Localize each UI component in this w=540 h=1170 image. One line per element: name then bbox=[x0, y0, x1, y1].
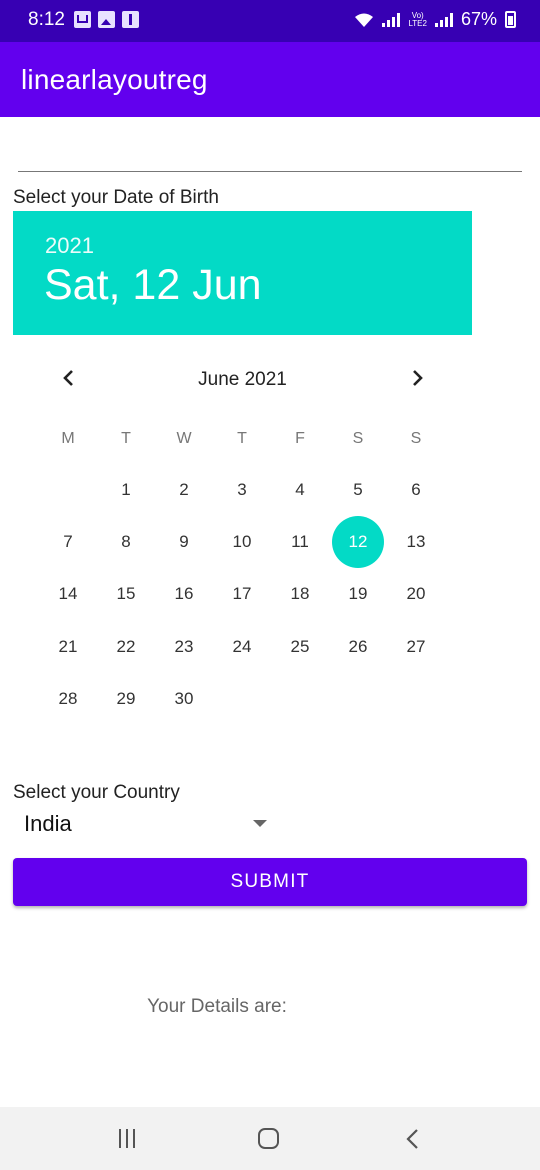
calendar-day[interactable]: 15 bbox=[100, 568, 152, 620]
app-title: linearlayoutreg bbox=[21, 64, 208, 95]
calendar-day-selected[interactable]: 12 bbox=[332, 516, 384, 568]
calendar-day[interactable]: 29 bbox=[100, 673, 152, 725]
weekday-label: T bbox=[237, 430, 247, 447]
calendar-day[interactable]: 3 bbox=[216, 464, 268, 516]
name-input[interactable] bbox=[18, 120, 522, 172]
weekday-label: S bbox=[352, 430, 364, 447]
dropdown-arrow-icon bbox=[253, 820, 267, 827]
weekday-label: M bbox=[61, 430, 75, 447]
calendar-day[interactable]: 28 bbox=[42, 673, 94, 725]
calendar-day[interactable]: 14 bbox=[42, 568, 94, 620]
weekday-label: S bbox=[410, 430, 422, 447]
signal-icon-2 bbox=[434, 12, 453, 27]
country-label: Select your Country bbox=[13, 782, 180, 803]
weekday-label: W bbox=[176, 430, 192, 447]
calendar-day[interactable]: 26 bbox=[332, 621, 384, 673]
status-bar: 8:12 Vo) LTE2 67% bbox=[0, 0, 540, 42]
wifi-icon bbox=[355, 13, 374, 27]
header-date[interactable]: Sat, 12 Jun bbox=[44, 261, 262, 310]
calendar-day[interactable]: 19 bbox=[332, 568, 384, 620]
gmail-icon bbox=[74, 11, 91, 28]
status-notification-icons bbox=[74, 11, 139, 28]
calendar-day[interactable]: 6 bbox=[390, 464, 442, 516]
gallery-icon bbox=[98, 11, 115, 28]
weekday-label: F bbox=[295, 430, 305, 447]
calendar-day[interactable]: 5 bbox=[332, 464, 384, 516]
calendar-day[interactable]: 13 bbox=[390, 516, 442, 568]
calendar-day[interactable]: 8 bbox=[100, 516, 152, 568]
calendar-day[interactable]: 17 bbox=[216, 568, 268, 620]
back-icon[interactable] bbox=[402, 1127, 426, 1151]
battery-icon bbox=[505, 11, 516, 28]
header-year[interactable]: 2021 bbox=[45, 233, 94, 259]
home-icon[interactable] bbox=[258, 1128, 279, 1149]
chevron-right-icon bbox=[413, 370, 423, 386]
status-system-icons: Vo) LTE2 67% bbox=[354, 9, 516, 30]
calendar-day[interactable]: 22 bbox=[100, 621, 152, 673]
details-label: Your Details are: bbox=[147, 996, 287, 1017]
month-navigation: June 2021 bbox=[13, 355, 472, 405]
submit-button[interactable]: SUBMIT bbox=[13, 858, 527, 906]
calendar-day[interactable]: 21 bbox=[42, 621, 94, 673]
calendar-day[interactable]: 18 bbox=[274, 568, 326, 620]
calendar-day[interactable]: 2 bbox=[158, 464, 210, 516]
app-bar: linearlayoutreg bbox=[0, 42, 540, 117]
calendar-day[interactable]: 16 bbox=[158, 568, 210, 620]
calendar-day[interactable]: 1 bbox=[100, 464, 152, 516]
calendar-day[interactable]: 23 bbox=[158, 621, 210, 673]
signal-icon bbox=[382, 12, 401, 27]
battery-percent: 67% bbox=[460, 9, 497, 29]
country-selected-value: India bbox=[24, 811, 72, 836]
date-picker-header: 2021 Sat, 12 Jun bbox=[13, 211, 472, 335]
system-navigation-bar bbox=[0, 1107, 540, 1170]
calendar-day[interactable]: 10 bbox=[216, 516, 268, 568]
next-month-button[interactable] bbox=[399, 360, 435, 396]
status-time: 8:12 bbox=[28, 9, 65, 30]
recents-icon[interactable] bbox=[119, 1129, 135, 1148]
calendar-day[interactable]: 20 bbox=[390, 568, 442, 620]
weekday-label: T bbox=[121, 430, 131, 447]
country-dropdown[interactable]: India bbox=[13, 805, 278, 845]
calendar-day[interactable]: 7 bbox=[42, 516, 94, 568]
volte-icon: Vo) LTE2 bbox=[408, 10, 427, 28]
calendar-day[interactable]: 9 bbox=[158, 516, 210, 568]
calendar-day[interactable]: 24 bbox=[216, 621, 268, 673]
calendar-day[interactable]: 11 bbox=[274, 516, 326, 568]
dob-label: Select your Date of Birth bbox=[13, 187, 219, 208]
usb-icon bbox=[122, 11, 139, 28]
calendar-day[interactable]: 27 bbox=[390, 621, 442, 673]
calendar-day[interactable]: 30 bbox=[158, 673, 210, 725]
calendar-day[interactable]: 25 bbox=[274, 621, 326, 673]
calendar-day[interactable]: 4 bbox=[274, 464, 326, 516]
